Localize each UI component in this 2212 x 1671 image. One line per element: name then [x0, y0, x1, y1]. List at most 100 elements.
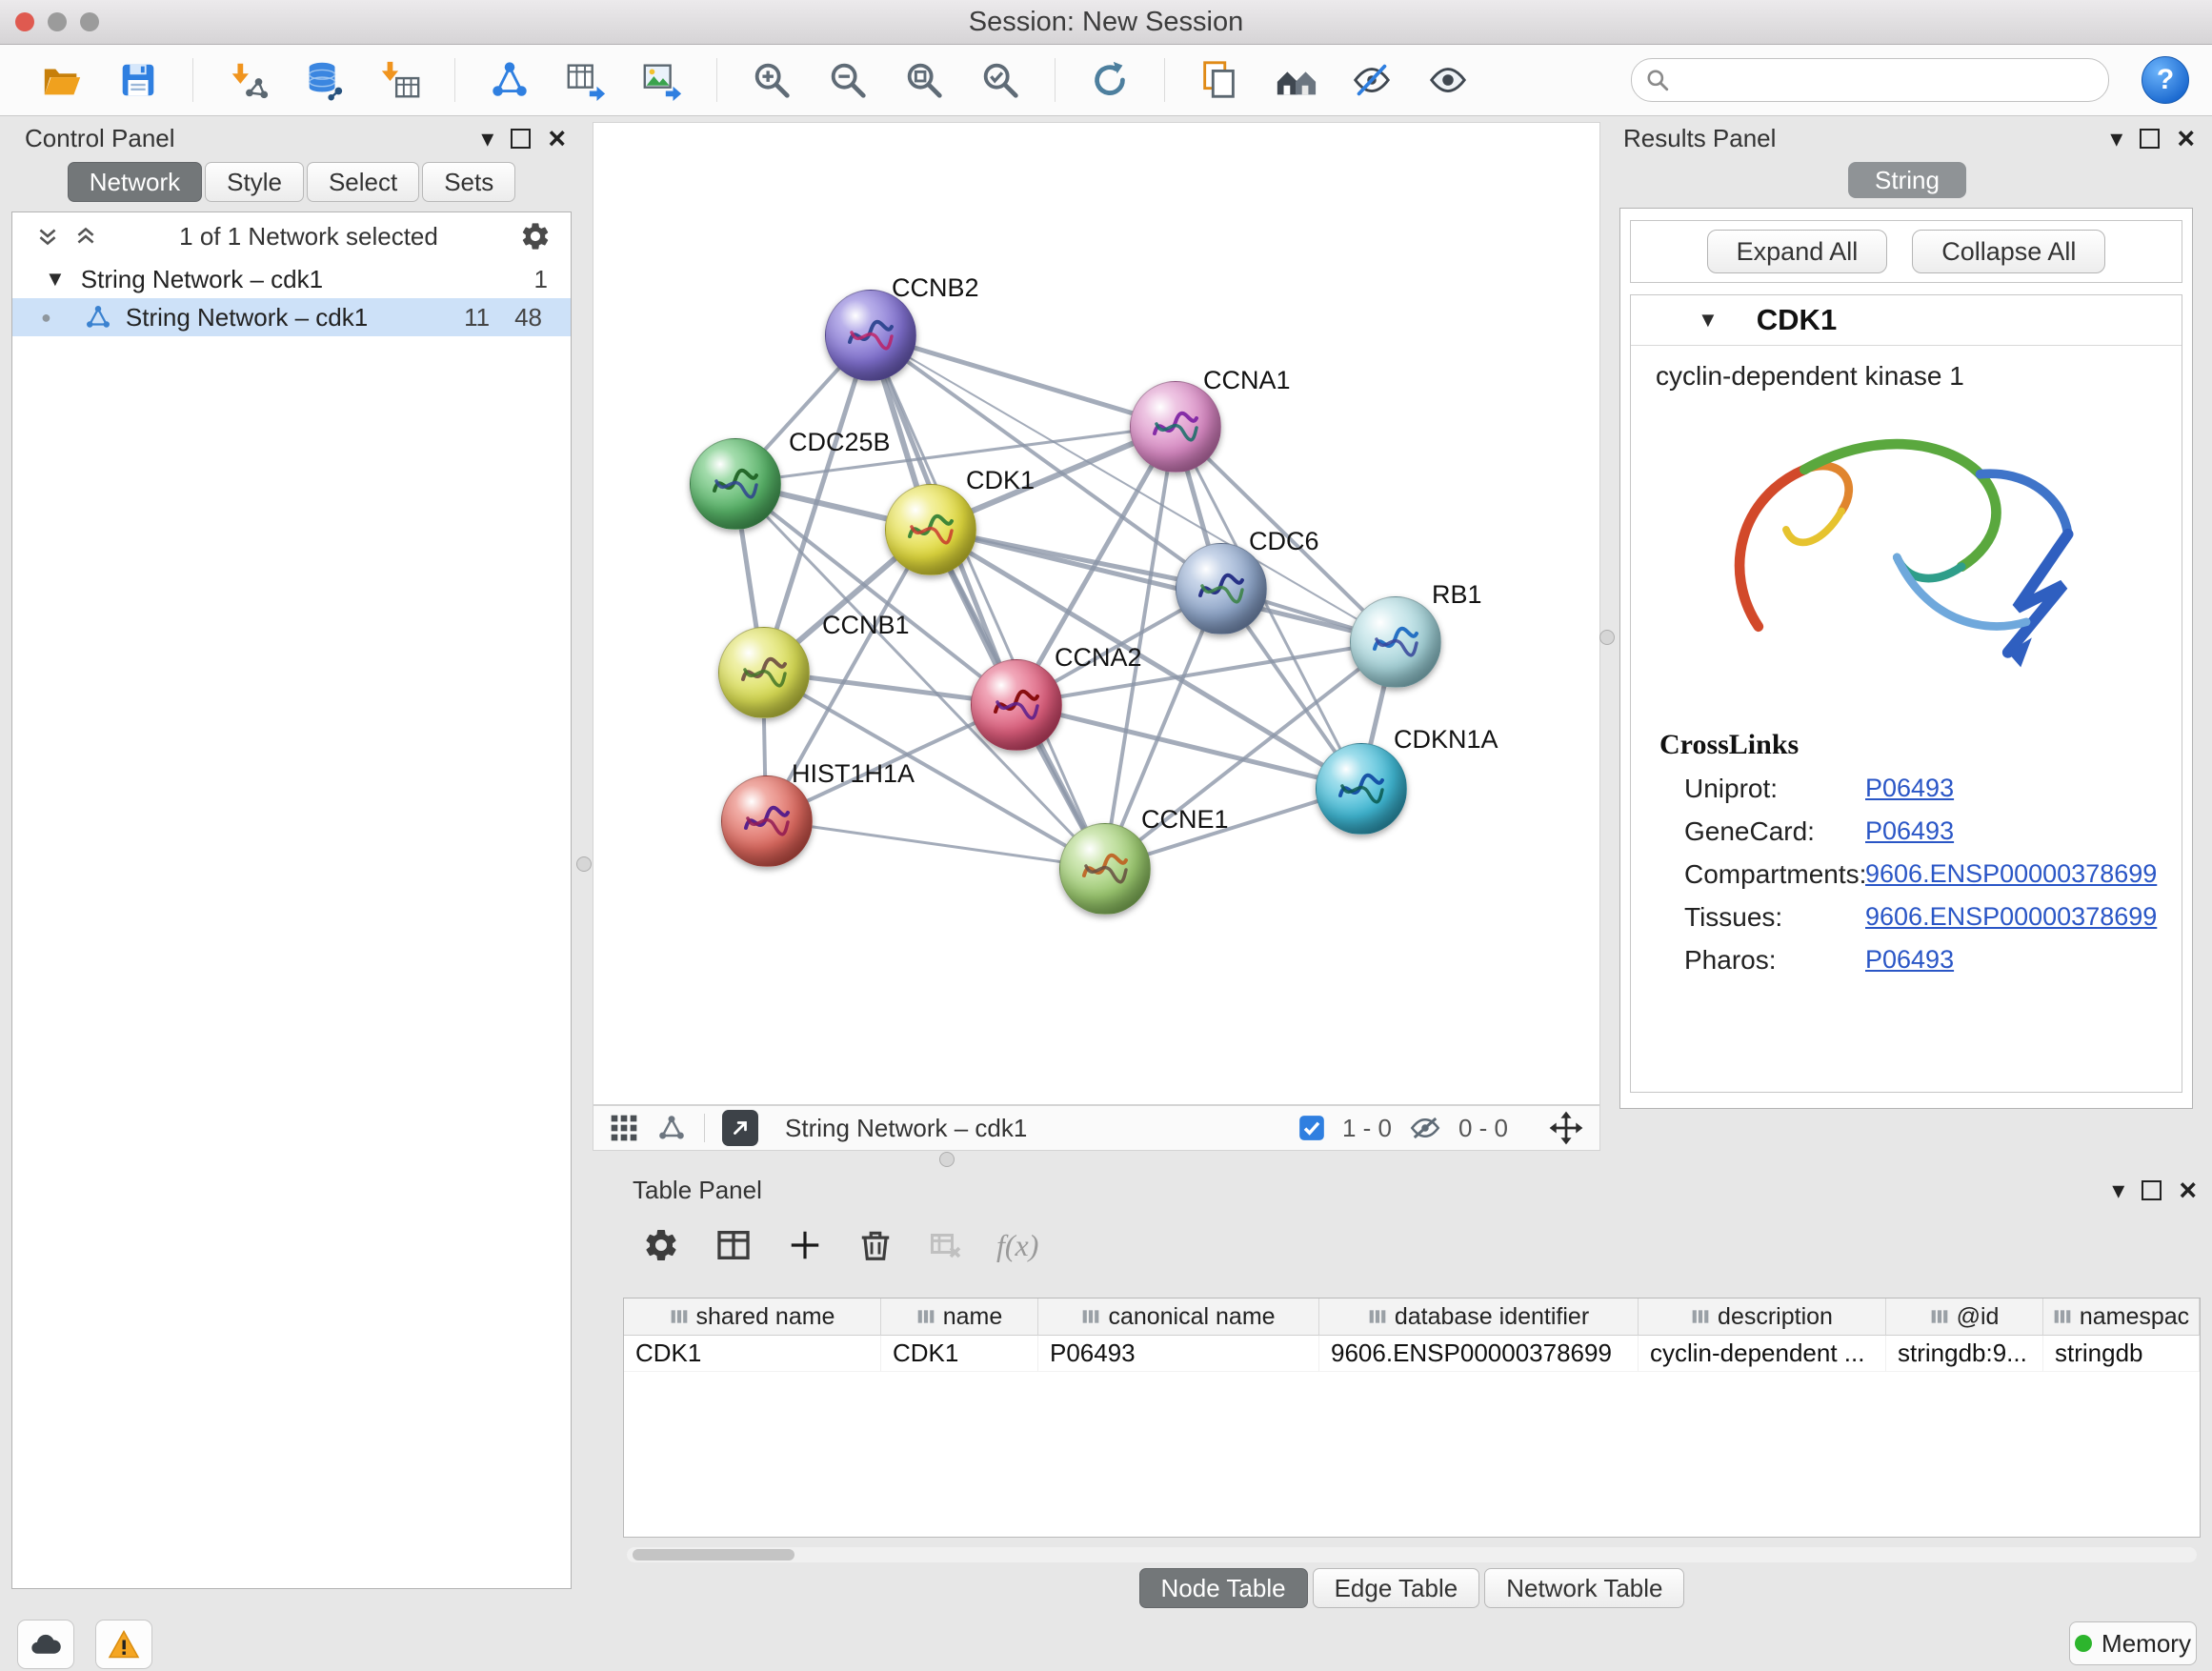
tab-style[interactable]: Style — [205, 162, 304, 202]
crosslink-link[interactable]: P06493 — [1865, 816, 1954, 846]
tab-select[interactable]: Select — [307, 162, 419, 202]
cell-canonical-name[interactable]: P06493 — [1038, 1336, 1319, 1372]
tab-node-table[interactable]: Node Table — [1139, 1568, 1308, 1608]
network-collection-row[interactable]: ▼ String Network – cdk1 1 — [12, 260, 571, 298]
network-edge[interactable] — [870, 334, 1175, 426]
network-node-HIST1H1A[interactable] — [721, 775, 813, 867]
network-node-CCNB2[interactable] — [825, 290, 916, 381]
close-window-button[interactable] — [15, 12, 34, 31]
duplicate-network-icon[interactable] — [1197, 58, 1241, 102]
close-panel-icon[interactable]: × — [2177, 124, 2195, 152]
crosslink-link[interactable]: 9606.ENSP00000378699 — [1865, 902, 2157, 932]
show-all-icon[interactable] — [1426, 58, 1470, 102]
zoom-selected-icon[interactable] — [978, 58, 1022, 102]
apply-layout-icon[interactable] — [1088, 58, 1132, 102]
network-edge[interactable] — [766, 820, 1104, 868]
close-panel-icon[interactable]: × — [548, 124, 566, 152]
panel-menu-icon[interactable]: ▾ — [2112, 1176, 2124, 1204]
cell-shared-name[interactable]: CDK1 — [624, 1336, 881, 1372]
table-row[interactable]: CDK1 CDK1 P06493 9606.ENSP00000378699 cy… — [624, 1336, 2200, 1372]
panel-menu-icon[interactable]: ▾ — [481, 124, 493, 152]
add-column-icon[interactable] — [787, 1227, 823, 1263]
tab-string[interactable]: String — [1848, 162, 1966, 198]
tab-network[interactable]: Network — [68, 162, 202, 202]
export-image-icon[interactable] — [640, 58, 684, 102]
show-columns-icon[interactable] — [714, 1226, 753, 1264]
network-node-CCNA2[interactable] — [971, 659, 1062, 751]
float-panel-icon[interactable] — [2140, 129, 2160, 149]
network-row[interactable]: ● String Network – cdk1 11 48 — [12, 298, 571, 336]
import-network-database-icon[interactable] — [302, 58, 346, 102]
cell-database-identifier[interactable]: 9606.ENSP00000378699 — [1319, 1336, 1639, 1372]
column-header[interactable]: name — [881, 1299, 1038, 1336]
scrollbar-handle[interactable] — [633, 1549, 794, 1560]
cell-id[interactable]: stringdb:9... — [1886, 1336, 2043, 1372]
column-header[interactable]: namespac — [2043, 1299, 2200, 1336]
collapse-all-icon[interactable] — [35, 224, 60, 249]
function-builder-icon[interactable]: f(x) — [996, 1228, 1038, 1263]
warnings-button[interactable] — [95, 1620, 152, 1669]
network-node-CDKN1A[interactable] — [1316, 743, 1407, 835]
collapse-all-button[interactable]: Collapse All — [1912, 230, 2105, 273]
zoom-out-icon[interactable] — [826, 58, 870, 102]
cloud-button[interactable] — [17, 1620, 74, 1669]
new-network-icon[interactable] — [488, 58, 532, 102]
hidden-eye-slash-icon[interactable] — [1409, 1114, 1441, 1142]
column-header[interactable]: description — [1639, 1299, 1886, 1336]
network-view-canvas[interactable]: CCNB2 CCNA1 CDC25B CDK1 CDC6 RB1 CCNB1 C… — [593, 122, 1600, 1105]
close-panel-icon[interactable]: × — [2179, 1176, 2197, 1204]
column-header[interactable]: @id — [1886, 1299, 2043, 1336]
disclosure-triangle-icon[interactable]: ▼ — [45, 267, 66, 292]
panel-menu-icon[interactable]: ▾ — [2110, 124, 2122, 152]
zoom-in-icon[interactable] — [750, 58, 794, 102]
selected-checkbox-icon[interactable] — [1298, 1115, 1325, 1141]
network-node-RB1[interactable] — [1350, 596, 1441, 688]
gear-icon[interactable] — [519, 220, 552, 252]
float-panel-icon[interactable] — [2142, 1180, 2162, 1200]
search-input[interactable] — [1679, 61, 2093, 99]
import-table-icon[interactable] — [378, 58, 422, 102]
cell-description[interactable]: cyclin-dependent ... — [1639, 1336, 1886, 1372]
cell-namespace[interactable]: stringdb — [2043, 1336, 2200, 1372]
tab-network-table[interactable]: Network Table — [1484, 1568, 1684, 1608]
crosslink-link[interactable]: P06493 — [1865, 945, 1954, 975]
cell-name[interactable]: CDK1 — [881, 1336, 1038, 1372]
open-session-icon[interactable] — [40, 58, 84, 102]
column-header[interactable]: database identifier — [1319, 1299, 1639, 1336]
export-view-button[interactable] — [722, 1110, 758, 1146]
network-node-CDC25B[interactable] — [690, 438, 781, 530]
network-node-CCNB1[interactable] — [718, 627, 810, 718]
export-table-icon[interactable] — [564, 58, 608, 102]
help-button[interactable]: ? — [2142, 56, 2189, 104]
import-network-file-icon[interactable] — [226, 58, 270, 102]
memory-button[interactable]: Memory — [2069, 1621, 2197, 1665]
gear-icon[interactable] — [642, 1226, 680, 1264]
network-node-CDK1[interactable] — [885, 484, 976, 575]
expand-all-icon[interactable] — [73, 224, 98, 249]
horizontal-scrollbar[interactable] — [627, 1547, 2197, 1562]
left-splitter-handle[interactable] — [576, 856, 592, 872]
tab-sets[interactable]: Sets — [422, 162, 515, 202]
graphics-details-icon[interactable] — [656, 1113, 687, 1143]
float-panel-icon[interactable] — [511, 129, 531, 149]
home-icon[interactable] — [1274, 58, 1317, 102]
minimize-window-button[interactable] — [48, 12, 67, 31]
zoom-fit-icon[interactable] — [902, 58, 946, 102]
hide-selected-icon[interactable] — [1350, 58, 1394, 102]
column-header[interactable]: shared name — [624, 1299, 881, 1336]
crosslink-link[interactable]: P06493 — [1865, 774, 1954, 803]
network-node-CCNE1[interactable] — [1059, 823, 1151, 915]
delete-column-icon[interactable] — [857, 1227, 894, 1263]
disclosure-triangle-icon[interactable]: ▼ — [1698, 308, 1719, 332]
right-splitter-handle[interactable] — [1599, 630, 1615, 645]
network-node-CDC6[interactable] — [1176, 543, 1267, 634]
tab-edge-table[interactable]: Edge Table — [1313, 1568, 1480, 1608]
horizontal-splitter-handle[interactable] — [939, 1152, 955, 1167]
column-header[interactable]: canonical name — [1038, 1299, 1319, 1336]
pan-crosshair-icon[interactable] — [1548, 1110, 1584, 1146]
birdseye-toggle-icon[interactable] — [609, 1113, 639, 1143]
zoom-window-button[interactable] — [80, 12, 99, 31]
expand-all-button[interactable]: Expand All — [1707, 230, 1888, 273]
crosslink-link[interactable]: 9606.ENSP00000378699 — [1865, 859, 2157, 889]
save-session-icon[interactable] — [116, 58, 160, 102]
